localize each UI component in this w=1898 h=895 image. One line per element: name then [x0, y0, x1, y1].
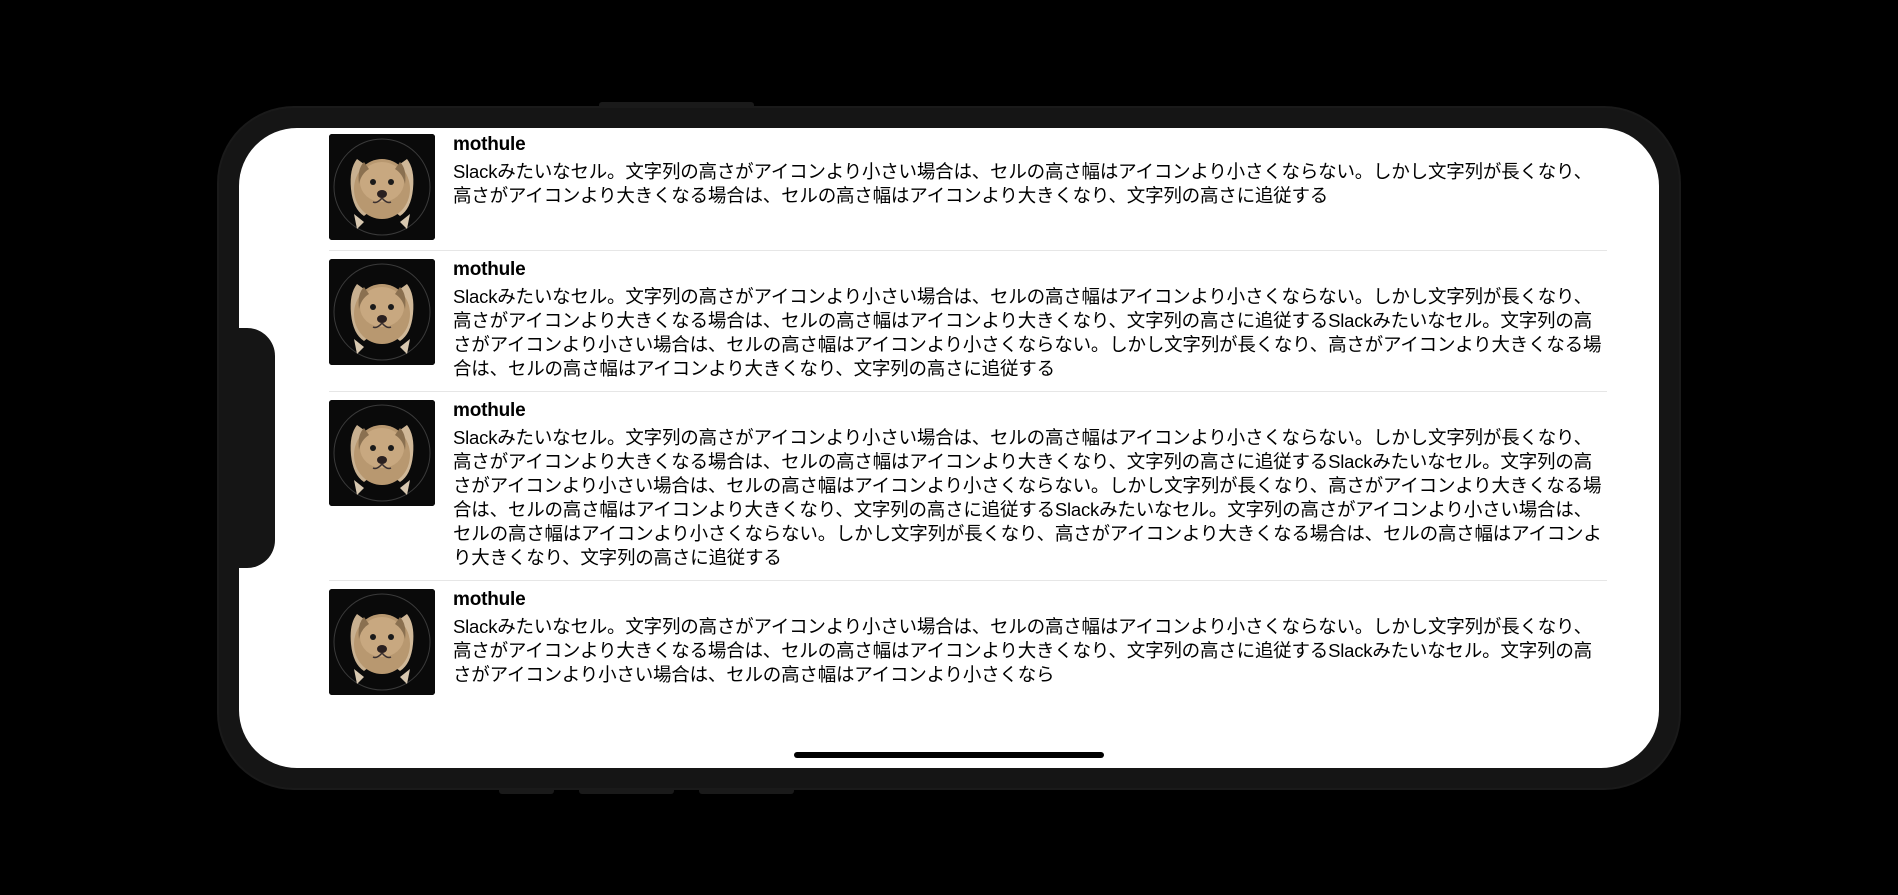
- dog-avatar-icon: [329, 589, 435, 695]
- message-text: Slackみたいなセル。文字列の高さがアイコンより小さい場合は、セルの高さ幅はア…: [453, 615, 1607, 687]
- table-row[interactable]: mothule Slackみたいなセル。文字列の高さがアイコンより小さい場合は、…: [239, 398, 1659, 580]
- device-side-button-2: [579, 788, 674, 794]
- message-text: Slackみたいなセル。文字列の高さがアイコンより小さい場合は、セルの高さ幅はア…: [453, 426, 1607, 570]
- username-label: mothule: [453, 589, 1607, 611]
- cell-content: mothule Slackみたいなセル。文字列の高さがアイコンより小さい場合は、…: [453, 259, 1607, 381]
- avatar: [329, 259, 435, 365]
- message-text: Slackみたいなセル。文字列の高さがアイコンより小さい場合は、セルの高さ幅はア…: [453, 160, 1607, 208]
- dog-avatar-icon: [329, 400, 435, 506]
- cell-content: mothule Slackみたいなセル。文字列の高さがアイコンより小さい場合は、…: [453, 589, 1607, 695]
- avatar: [329, 589, 435, 695]
- username-label: mothule: [453, 400, 1607, 422]
- dog-avatar-icon: [329, 134, 435, 240]
- home-indicator[interactable]: [794, 752, 1104, 758]
- cell-separator: [329, 580, 1607, 581]
- message-text: Slackみたいなセル。文字列の高さがアイコンより小さい場合は、セルの高さ幅はア…: [453, 285, 1607, 381]
- avatar: [329, 134, 435, 240]
- table-row[interactable]: mothule Slackみたいなセル。文字列の高さがアイコンより小さい場合は、…: [239, 132, 1659, 250]
- cell-separator: [329, 391, 1607, 392]
- cell-content: mothule Slackみたいなセル。文字列の高さがアイコンより小さい場合は、…: [453, 134, 1607, 240]
- table-row[interactable]: mothule Slackみたいなセル。文字列の高さがアイコンより小さい場合は、…: [239, 587, 1659, 705]
- avatar: [329, 400, 435, 506]
- device-screen: mothule Slackみたいなセル。文字列の高さがアイコンより小さい場合は、…: [239, 128, 1659, 768]
- device-notch: [239, 328, 275, 568]
- dog-avatar-icon: [329, 259, 435, 365]
- device-side-button-1: [499, 788, 554, 794]
- device-volume-button: [599, 102, 754, 108]
- table-row[interactable]: mothule Slackみたいなセル。文字列の高さがアイコンより小さい場合は、…: [239, 257, 1659, 391]
- table-view[interactable]: mothule Slackみたいなセル。文字列の高さがアイコンより小さい場合は、…: [239, 128, 1659, 768]
- device-frame: mothule Slackみたいなセル。文字列の高さがアイコンより小さい場合は、…: [219, 108, 1679, 788]
- username-label: mothule: [453, 259, 1607, 281]
- username-label: mothule: [453, 134, 1607, 156]
- cell-separator: [329, 250, 1607, 251]
- device-side-button-3: [699, 788, 794, 794]
- cell-content: mothule Slackみたいなセル。文字列の高さがアイコンより小さい場合は、…: [453, 400, 1607, 570]
